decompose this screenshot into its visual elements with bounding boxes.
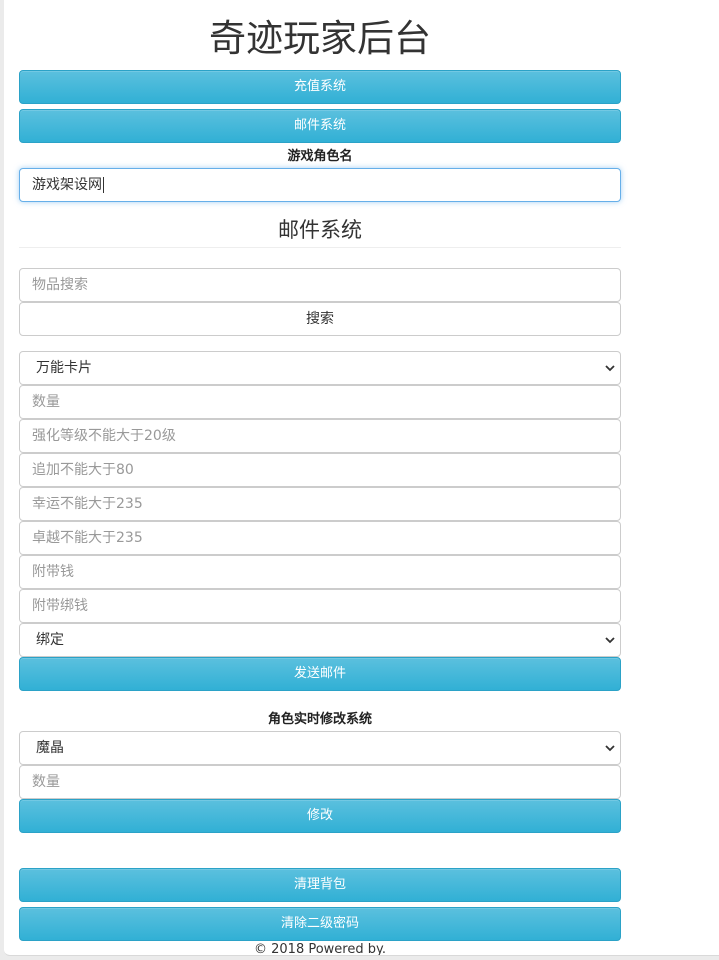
enhance-level-input[interactable]: 强化等级不能大于20级 [19, 419, 621, 453]
attached-money-input[interactable]: 附带钱 [19, 555, 621, 589]
mail-section-heading: 邮件系统 [278, 218, 362, 242]
text-caret [103, 177, 104, 193]
section-divider [19, 247, 621, 248]
additional-input[interactable]: 追加不能大于80 [19, 453, 621, 487]
chevron-down-icon [605, 745, 615, 752]
send-mail-button[interactable]: 发送邮件 [19, 657, 621, 691]
character-name-input[interactable]: 游戏架设网 [19, 168, 621, 202]
item-select[interactable]: 万能卡片 [19, 351, 621, 385]
mail-system-button[interactable]: 邮件系统 [19, 109, 621, 143]
excellent-input[interactable]: 卓越不能大于235 [19, 521, 621, 555]
luck-input[interactable]: 幸运不能大于235 [19, 487, 621, 521]
character-name-value: 游戏架设网 [32, 177, 102, 193]
resource-select[interactable]: 魔晶 [19, 731, 621, 765]
character-name-label: 游戏角色名 [287, 149, 353, 164]
role-modify-label: 角色实时修改系统 [267, 712, 372, 727]
attached-bound-money-input[interactable]: 附带绑钱 [19, 589, 621, 623]
recharge-system-button[interactable]: 充值系统 [19, 70, 621, 104]
footer-text: © 2018 Powered by. [254, 942, 386, 956]
clear-bag-button[interactable]: 清理背包 [19, 868, 621, 902]
modify-button[interactable]: 修改 [19, 799, 621, 833]
bind-select[interactable]: 绑定 [19, 623, 621, 657]
bind-select-value: 绑定 [36, 632, 64, 648]
page-title: 奇迹玩家后台 [209, 17, 431, 60]
mail-quantity-input[interactable]: 数量 [19, 385, 621, 419]
item-search-input[interactable]: 物品搜索 [19, 268, 621, 302]
resource-select-value: 魔晶 [36, 740, 64, 756]
item-select-value: 万能卡片 [36, 360, 92, 376]
chevron-down-icon [605, 365, 615, 372]
modify-quantity-input[interactable]: 数量 [19, 765, 621, 799]
chevron-down-icon [605, 637, 615, 644]
clear-secondary-password-button[interactable]: 清除二级密码 [19, 907, 621, 941]
search-button[interactable]: 搜索 [19, 302, 621, 336]
page-panel: 奇迹玩家后台 充值系统 邮件系统 游戏角色名 游戏架设网 邮件系统 物品搜索 搜… [4, 0, 719, 956]
